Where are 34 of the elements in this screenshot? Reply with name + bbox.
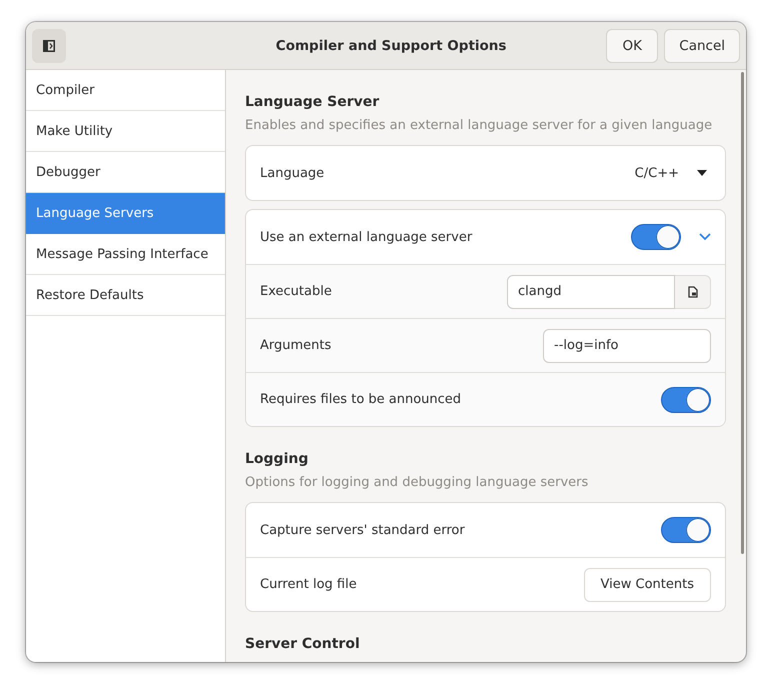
row-label: Language	[260, 166, 326, 180]
sidebar-icon	[43, 40, 55, 52]
executable-field[interactable]: clangd	[507, 274, 675, 308]
ok-button[interactable]: OK	[606, 28, 658, 62]
arguments-field[interactable]: --log=info	[543, 328, 711, 362]
row-label: Executable	[260, 284, 333, 299]
window-title: Compiler and Support Options	[274, 38, 508, 54]
toggle-switch[interactable]	[661, 386, 711, 412]
document-icon	[688, 286, 698, 298]
dropdown-arrow-icon[interactable]	[697, 170, 707, 176]
file-picker-button[interactable]	[675, 274, 711, 308]
toggle-switch[interactable]	[631, 224, 681, 250]
section-title: Server Control	[245, 636, 361, 652]
row-label: Capture servers' standard error	[260, 522, 466, 538]
sidebar-item[interactable]: Message Passing Interface	[26, 234, 225, 275]
dropdown-value[interactable]: C/C++	[634, 166, 679, 180]
sidebar-item[interactable]: Compiler	[26, 70, 225, 111]
sidebar-item[interactable]: Make Utility	[26, 111, 225, 152]
row-label: Requires files to be announced	[260, 392, 462, 407]
section-description: Enables and specifies an external language server for a given language	[245, 118, 714, 133]
section-description: Options for logging and debugging language servers	[245, 475, 590, 490]
cancel-button[interactable]: Cancel	[664, 28, 740, 62]
toggle-switch[interactable]	[661, 517, 711, 543]
sidebar-item[interactable]: Language Servers	[26, 193, 225, 234]
section-title: Language Server	[245, 94, 380, 110]
sidebar-toggle-button[interactable]	[32, 28, 66, 62]
row-label: Arguments	[260, 338, 332, 353]
row-label: Current log file	[260, 577, 358, 592]
view-contents-button[interactable]: View Contents	[584, 568, 711, 602]
scrollbar[interactable]	[741, 72, 744, 554]
section-title: Logging	[245, 451, 310, 467]
row-label: Use an external language server	[260, 230, 474, 244]
chevron-icon[interactable]	[699, 233, 711, 241]
sidebar-item[interactable]: Restore Defaults	[26, 275, 225, 316]
